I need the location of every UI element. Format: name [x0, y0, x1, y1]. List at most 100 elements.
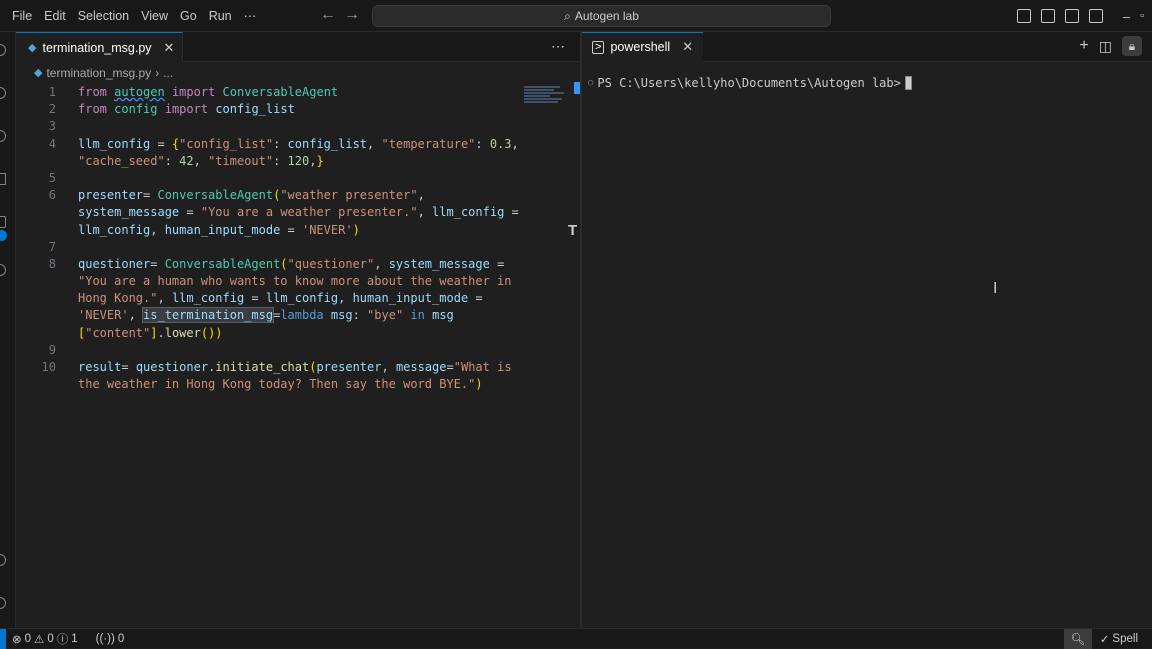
explorer-icon[interactable] [0, 44, 6, 56]
code-text: system_message = "You are a weather pres… [78, 205, 519, 220]
code-editor[interactable]: 1 from autogen import ConversableAgent 2 f… [16, 84, 536, 393]
code-text: llm_config, human_input_mode = 'NEVER') [78, 222, 360, 237]
status-bar: ⊗ 0 ⚠ 0 ⓘ 1 ((·)) 0 🔍︎ ✓ Spell [0, 628, 1152, 649]
toggle-secondary-sidebar-icon[interactable] [1064, 9, 1079, 23]
breadcrumb: ◆ termination_msg.py › ... [16, 62, 580, 84]
code-line: 4 llm_config = {"config_list": config_lis… [16, 136, 536, 153]
zoom-icon[interactable]: 🔍︎ [1063, 629, 1092, 649]
code-line: 7 [16, 239, 536, 256]
code-text: llm_config = {"config_list": config_list… [78, 136, 519, 151]
testing-icon[interactable] [0, 264, 6, 276]
source-control-icon[interactable] [0, 130, 6, 142]
spell-label: Spell [1112, 633, 1138, 645]
code-line: 'NEVER', is_termination_msg=lambda msg: … [16, 307, 536, 324]
problems-indicator[interactable]: ⊗ 0 ⚠ 0 ⓘ 1 [6, 631, 84, 647]
info-count: 1 [71, 632, 78, 645]
code-line: ["content"].lower()) [16, 325, 536, 342]
back-arrow-icon[interactable]: ← [320, 6, 336, 24]
account-icon[interactable] [0, 554, 6, 566]
editor-group: ◆ termination_msg.py ✕ ⋯ ◆ termination_m… [16, 32, 580, 628]
code-text: result= questioner.initiate_chat(present… [78, 360, 512, 374]
close-tab-icon[interactable]: ✕ [164, 40, 175, 56]
line-number: 1 [48, 85, 56, 99]
code-text: from config import config_list [78, 102, 295, 117]
warning-icon: ⚠ [34, 633, 45, 646]
terminal-output[interactable]: ○ PS C:\Users\kellyho\Documents\Autogen … [582, 62, 1152, 90]
minimap[interactable] [524, 86, 566, 110]
search-activity-icon[interactable] [0, 87, 6, 99]
code-text: "You are a human who wants to know more … [78, 274, 512, 289]
line-number: 10 [41, 360, 56, 374]
terminal-icon: > [592, 40, 605, 54]
menu-view[interactable]: View [135, 0, 174, 32]
menu-more[interactable]: ⋯ [238, 0, 263, 32]
toggle-primary-sidebar-icon[interactable] [1016, 9, 1031, 23]
code-text: ["content"].lower()) [78, 325, 223, 340]
menu-file[interactable]: File [6, 0, 38, 32]
terminal-cursor [904, 76, 912, 90]
breadcrumb-file[interactable]: termination_msg.py [46, 62, 151, 84]
code-line: 8 questioner= ConversableAgent("questione… [16, 256, 536, 273]
code-line: 3 [16, 118, 536, 135]
status-right: 🔍︎ ✓ Spell [1063, 629, 1152, 649]
run-debug-icon[interactable] [0, 173, 6, 185]
prompt-decoration-icon: ○ [588, 78, 594, 88]
terminal-tab[interactable]: > powershell ✕ [582, 31, 704, 62]
command-center-search[interactable]: ⌕ Autogen lab [372, 5, 831, 27]
editor-tab-label: termination_msg.py [42, 40, 152, 55]
customize-layout-icon[interactable] [1088, 9, 1103, 23]
menu-bar: File Edit Selection View Go Run ⋯ [6, 0, 262, 32]
title-bar: File Edit Selection View Go Run ⋯ ← → ⌕ … [0, 0, 1152, 32]
forward-arrow-icon[interactable]: → [344, 6, 360, 24]
text-cursor-icon: T [568, 222, 578, 239]
code-text: 'NEVER', is_termination_msg=lambda msg: … [78, 307, 454, 324]
terminal-tab-label: powershell [610, 40, 671, 54]
ports-count: 0 [117, 632, 125, 645]
code-line: 5 [16, 170, 536, 187]
broadcast-icon: ((·)) [95, 632, 115, 645]
new-terminal-icon[interactable]: + [1079, 37, 1088, 55]
code-text: presenter= ConversableAgent("weather pre… [78, 188, 425, 203]
terminal-prompt: PS C:\Users\kellyho\Documents\Autogen la… [597, 76, 901, 90]
minimize-icon[interactable]: – [1123, 9, 1130, 24]
python-file-icon: ◆ [34, 67, 43, 79]
code-text: the weather in Hong Kong today? Then say… [78, 377, 483, 392]
menu-selection[interactable]: Selection [72, 0, 135, 32]
badge-icon [0, 230, 7, 241]
menu-run[interactable]: Run [203, 0, 238, 32]
close-terminal-tab-icon[interactable]: ✕ [682, 39, 693, 55]
window-controls: – ▫ [1016, 0, 1144, 32]
extensions-icon[interactable] [0, 216, 6, 228]
toggle-panel-icon[interactable] [1040, 9, 1055, 23]
more-actions-icon[interactable]: ⋯ [551, 38, 566, 55]
menu-go[interactable]: Go [174, 0, 203, 32]
python-file-icon: ◆ [28, 42, 37, 54]
search-icon: ⌕ [564, 8, 571, 23]
restore-icon[interactable]: ▫ [1140, 10, 1144, 22]
menu-edit[interactable]: Edit [38, 0, 72, 32]
lock-icon[interactable]: 🔒︎ [1122, 36, 1142, 56]
ports-indicator[interactable]: ((·)) 0 [90, 633, 131, 645]
code-line: "cache_seed": 42, "timeout": 120,} [16, 153, 536, 170]
code-line: Hong Kong.", llm_config = llm_config, hu… [16, 290, 536, 307]
editor-tab-bar: ◆ termination_msg.py ✕ ⋯ [16, 32, 580, 62]
terminal-actions: + ◫ 🔒︎ [1079, 36, 1142, 56]
code-text: from autogen import ConversableAgent [78, 85, 339, 99]
code-text: questioner= ConversableAgent("questioner… [78, 256, 505, 271]
spell-indicator[interactable]: ✓ Spell [1092, 629, 1152, 649]
code-line: system_message = "You are a weather pres… [16, 204, 536, 221]
settings-icon[interactable] [0, 597, 6, 609]
breadcrumb-symbol[interactable]: ... [163, 62, 173, 84]
search-text: Autogen lab [574, 9, 639, 23]
line-number: 5 [48, 170, 56, 185]
line-number: 8 [48, 256, 56, 271]
code-line: 1 from autogen import ConversableAgent [16, 84, 536, 101]
code-text: Hong Kong.", llm_config = llm_config, hu… [78, 291, 483, 306]
editor-tab[interactable]: ◆ termination_msg.py ✕ [16, 32, 184, 62]
nav-arrows: ← → [320, 6, 360, 24]
error-count: 0 [24, 632, 32, 645]
split-editor-icon[interactable]: ◫ [1099, 38, 1112, 55]
